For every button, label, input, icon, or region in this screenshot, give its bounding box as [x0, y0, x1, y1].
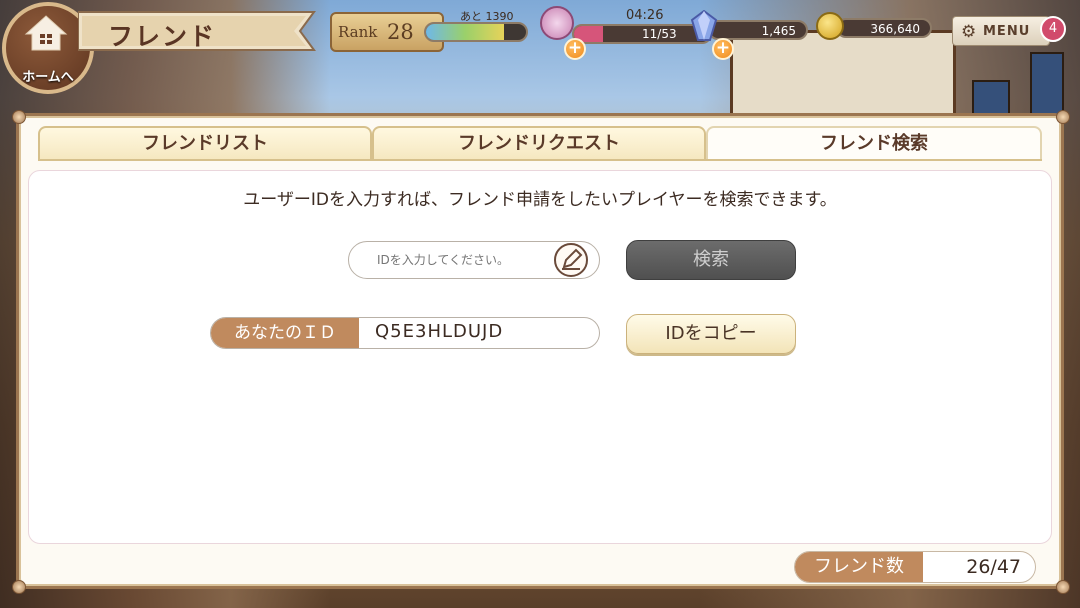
- stopwatch-icon: [540, 6, 574, 40]
- your-id-label: あなたのＩＤ: [211, 318, 359, 348]
- search-button[interactable]: 検索: [626, 240, 796, 280]
- friend-tabs: フレンドリスト フレンドリクエスト フレンド検索: [38, 126, 1042, 160]
- coin-icon: [816, 12, 844, 40]
- home-label: ホームへ: [22, 70, 74, 85]
- page-title: フレンド: [108, 22, 217, 51]
- rank-label: Rank: [338, 23, 378, 41]
- stamina-value: 11/53: [642, 27, 677, 41]
- panel-corner-rivet: [1056, 110, 1070, 124]
- your-id-field: あなたのＩＤ Q5E3HLDUJD: [210, 317, 600, 349]
- your-id-value: Q5E3HLDUJD: [375, 321, 504, 342]
- tab-divider: [38, 159, 1042, 161]
- gem-value: 1,465: [761, 24, 796, 38]
- tab-friend-request[interactable]: フレンドリクエスト: [372, 126, 706, 160]
- friend-count: フレンド数 26/47: [794, 551, 1036, 583]
- menu-label: MENU: [983, 24, 1031, 39]
- pencil-icon[interactable]: [554, 243, 588, 277]
- stamina-recovery-time: 04:26: [626, 8, 664, 23]
- home-icon: [24, 15, 68, 51]
- gem-bar: 1,465: [708, 20, 808, 40]
- tab-friend-search[interactable]: フレンド検索: [706, 126, 1042, 160]
- menu-notification-badge: 4: [1040, 16, 1066, 42]
- exp-bar: [424, 22, 528, 42]
- coin-value: 366,640: [870, 22, 920, 36]
- tab-friend-list[interactable]: フレンドリスト: [38, 126, 372, 160]
- friend-count-value: 26/47: [966, 556, 1021, 578]
- search-content-area: [28, 170, 1052, 544]
- panel-corner-rivet: [12, 580, 26, 594]
- panel-corner-rivet: [1056, 580, 1070, 594]
- pencil-glyph-icon: [562, 248, 583, 270]
- page-title-banner: フレンド: [78, 8, 318, 54]
- friend-count-label: フレンド数: [795, 552, 923, 582]
- gem-icon: [690, 10, 718, 41]
- background-window: [1030, 52, 1064, 116]
- panel-corner-rivet: [12, 110, 26, 124]
- rank-value: 28: [387, 20, 414, 44]
- gem-counter: 1,465: [690, 10, 808, 46]
- coin-bar: 366,640: [836, 18, 932, 38]
- background-window: [972, 80, 1010, 116]
- gear-icon: ⚙: [961, 22, 977, 42]
- exp-gauge: あと 1390: [424, 8, 528, 44]
- copy-id-button[interactable]: IDをコピー: [626, 314, 796, 354]
- stamina-gauge: 11/53 04:26: [540, 6, 712, 44]
- coin-counter: 366,640: [816, 12, 934, 46]
- stamina-plus-button[interactable]: +: [564, 38, 586, 60]
- search-description: ユーザーIDを入力すれば、フレンド申請をしたいプレイヤーを検索できます。: [243, 190, 837, 210]
- menu-button[interactable]: ⚙ MENU: [952, 16, 1050, 46]
- exp-bar-fill: [426, 24, 504, 40]
- gem-plus-button[interactable]: +: [712, 38, 734, 60]
